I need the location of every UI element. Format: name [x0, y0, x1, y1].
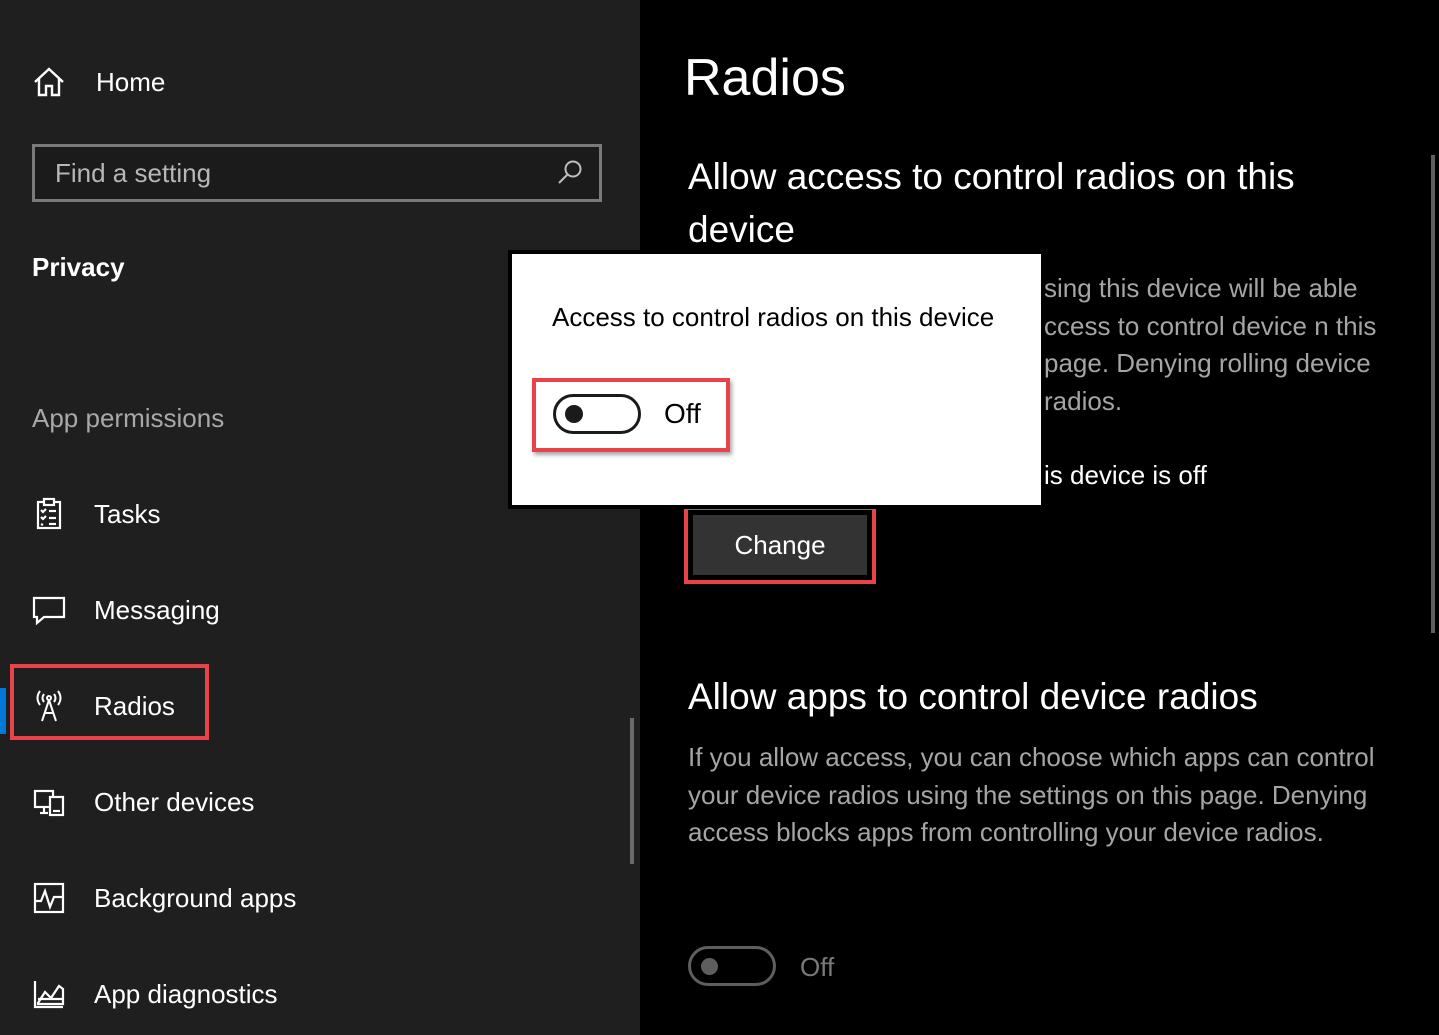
sidebar-item-label: Messaging — [94, 594, 220, 625]
sidebar-scrollbar[interactable] — [630, 718, 634, 864]
sidebar-item-label: Tasks — [94, 498, 161, 529]
device-access-status: is device is off — [1044, 460, 1207, 490]
section1-heading: Allow access to control radios on this d… — [688, 156, 1295, 250]
selection-indicator — [0, 688, 6, 734]
sidebar-item-messaging[interactable]: Messaging — [0, 578, 640, 642]
toggle-highlight-box — [532, 378, 730, 452]
access-flyout: Access to control radios on this device … — [508, 250, 1045, 509]
change-highlight-box — [684, 506, 876, 584]
toggle-knob — [701, 958, 718, 975]
section2-description: If you allow access, you can choose whic… — [688, 742, 1375, 847]
apps-radios-toggle-label: Off — [800, 952, 835, 982]
app-diagnostics-icon — [33, 981, 65, 1009]
sidebar-item-background-apps[interactable]: Background apps — [0, 866, 640, 930]
sidebar: Home Privacy App permissions Tasks Messa… — [0, 0, 640, 1035]
flyout-title: Access to control radios on this device — [552, 302, 995, 332]
search-input[interactable] — [35, 156, 555, 190]
other-devices-icon — [33, 789, 65, 817]
messaging-icon — [32, 596, 66, 626]
nav-home-label: Home — [96, 66, 166, 97]
home-icon — [34, 67, 64, 97]
apps-radios-toggle[interactable] — [688, 946, 776, 986]
section1-description: sing this device will be able ccess to c… — [1044, 273, 1377, 416]
group-title: App permissions — [32, 403, 225, 433]
sidebar-item-app-diagnostics[interactable]: App diagnostics — [0, 962, 640, 1026]
radios-highlight-box — [10, 664, 209, 740]
sidebar-item-label: Other devices — [94, 786, 255, 817]
sidebar-item-label: Background apps — [94, 882, 297, 913]
search-icon[interactable] — [555, 158, 585, 188]
sidebar-item-label: App diagnostics — [94, 978, 278, 1009]
search-box[interactable] — [32, 144, 602, 202]
page-title: Radios — [684, 49, 846, 107]
section2-heading: Allow apps to control device radios — [688, 676, 1258, 717]
section-title: Privacy — [32, 252, 125, 282]
main-scrollbar[interactable] — [1431, 155, 1435, 633]
tasks-icon — [36, 497, 62, 530]
background-apps-icon — [33, 882, 65, 914]
nav-home[interactable]: Home — [32, 60, 165, 104]
sidebar-item-other-devices[interactable]: Other devices — [0, 770, 640, 834]
